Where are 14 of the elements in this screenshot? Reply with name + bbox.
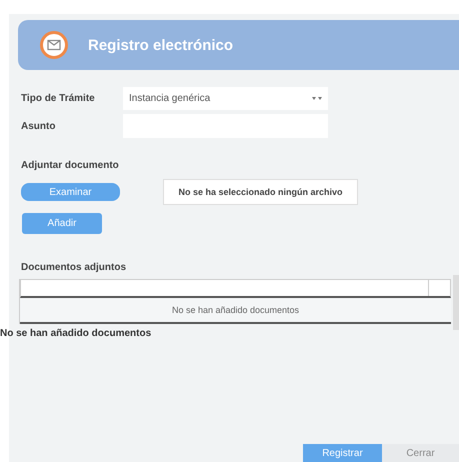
- file-status: No se ha seleccionado ningún archivo: [163, 179, 358, 205]
- field-label: Tipo de Trámite: [21, 93, 96, 104]
- add-button[interactable]: Añadir: [22, 213, 102, 234]
- envelope-icon: [40, 31, 68, 59]
- dialog-title: Registro electrónico: [88, 36, 234, 54]
- field-label: Asunto: [21, 120, 56, 132]
- select-field[interactable]: Instancia genérica: [123, 87, 328, 110]
- register-button[interactable]: Registrar: [303, 444, 382, 462]
- section-label: Adjuntar documento: [21, 160, 120, 171]
- close-button[interactable]: Cerrar: [382, 444, 459, 462]
- caret-icon: [312, 96, 322, 102]
- documents-summary: No se han añadido documentos: [0, 328, 152, 339]
- browse-button[interactable]: Examinar: [21, 183, 120, 201]
- section-label: Documentos adjuntos: [21, 262, 128, 273]
